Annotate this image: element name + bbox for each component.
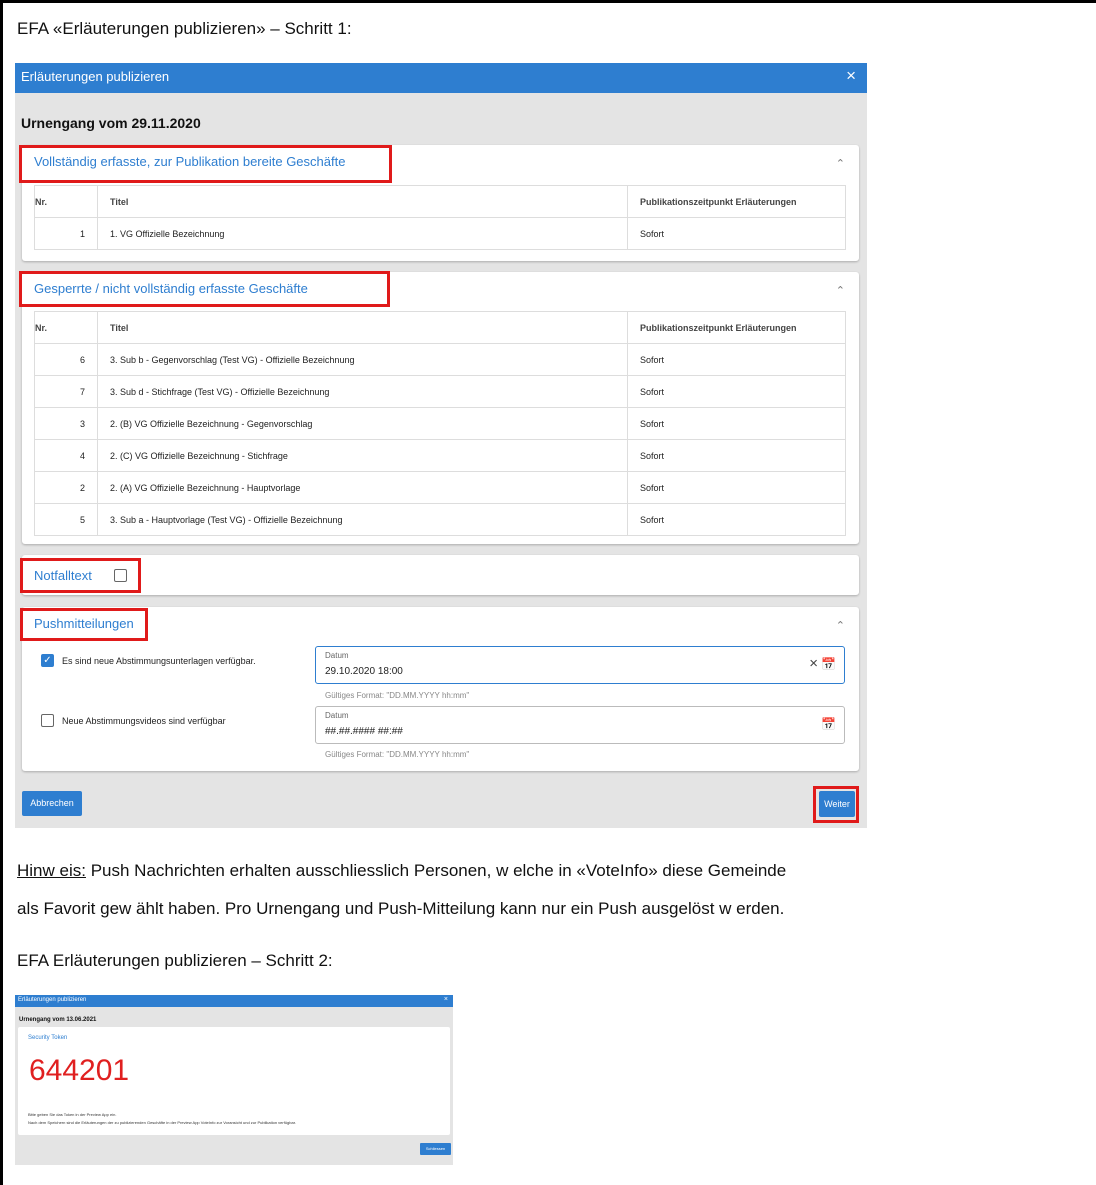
- step1-heading: EFA «Erläuterungen publizieren» – Schrit…: [17, 19, 352, 38]
- table-row[interactable]: 7 3. Sub d - Stichfrage (Test VG) - Offi…: [34, 375, 846, 408]
- row-nr: 3: [34, 407, 98, 440]
- row-pub: Sofort: [627, 439, 846, 472]
- col-titel: Titel: [97, 185, 628, 218]
- dialog-header: Erläuterungen publizieren ×: [15, 63, 867, 93]
- push2-date-field[interactable]: Datum ##.##.#### ##:## 📅: [315, 706, 845, 744]
- row-titel: 3. Sub b - Gegenvorschlag (Test VG) - Of…: [97, 343, 628, 376]
- row-nr: 1: [34, 217, 98, 250]
- chevron-up-icon[interactable]: ⌃: [836, 619, 845, 632]
- row-pub: Sofort: [627, 407, 846, 440]
- row-nr: 2: [34, 471, 98, 504]
- highlight-box: [20, 558, 141, 593]
- col-nr: Nr.: [34, 311, 98, 344]
- highlight-box: [19, 271, 390, 307]
- row-pub: Sofort: [627, 503, 846, 536]
- note-label: Hinw eis:: [17, 861, 86, 880]
- note-line-2: als Favorit gew ählt haben. Pro Urnengan…: [17, 899, 785, 918]
- notfall-panel: Notfalltext: [22, 555, 859, 595]
- table-row[interactable]: 1 1. VG Offizielle Bezeichnung Sofort: [34, 217, 846, 250]
- row-nr: 6: [34, 343, 98, 376]
- table-row[interactable]: 5 3. Sub a - Hauptvorlage (Test VG) - Of…: [34, 503, 846, 536]
- token-instruction: Bitte geben Sie das Token in der Preview…: [28, 1112, 117, 1117]
- chevron-up-icon[interactable]: ⌃: [836, 157, 845, 170]
- table-row[interactable]: 3 2. (B) VG Offizielle Bezeichnung - Geg…: [34, 407, 846, 440]
- push1-label: Es sind neue Abstimmungsunterlagen verfü…: [62, 656, 256, 666]
- note-line-1: Hinw eis: Push Nachrichten erhalten auss…: [17, 861, 786, 881]
- push2-date-label: Datum: [325, 711, 349, 720]
- close-icon[interactable]: ×: [846, 66, 856, 86]
- col-pub: Publikationszeitpunkt Erläuterungen: [627, 185, 846, 218]
- push2-format-hint: Gültiges Format: "DD.MM.YYYY hh:mm": [325, 750, 470, 759]
- highlight-box: [813, 786, 859, 823]
- step2-heading: EFA Erläuterungen publizieren – Schritt …: [17, 951, 333, 970]
- calendar-icon[interactable]: 📅: [821, 717, 836, 731]
- token-info: Nach dem Speichern sind die Erläuterunge…: [28, 1120, 296, 1125]
- push1-date-field[interactable]: Datum 29.10.2020 18:00 × 📅: [315, 646, 845, 684]
- push1-date-value[interactable]: 29.10.2020 18:00: [325, 666, 403, 677]
- table-row[interactable]: 2 2. (A) VG Offizielle Bezeichnung - Hau…: [34, 471, 846, 504]
- table-row[interactable]: 4 2. (C) VG Offizielle Bezeichnung - Sti…: [34, 439, 846, 472]
- blocked-table: Nr. Titel Publikationszeitpunkt Erläuter…: [34, 311, 846, 536]
- row-nr: 7: [34, 375, 98, 408]
- security-token-label: Security Token: [28, 1035, 68, 1041]
- calendar-icon[interactable]: 📅: [821, 657, 836, 671]
- table-header-row: Nr. Titel Publikationszeitpunkt Erläuter…: [34, 311, 846, 344]
- token-dialog-title: Erläuterungen publizieren: [18, 997, 87, 1003]
- row-titel: 1. VG Offizielle Bezeichnung: [97, 217, 628, 250]
- urnengang-title: Urnengang vom 29.11.2020: [21, 115, 201, 131]
- push2-label: Neue Abstimmungsvideos sind verfügbar: [62, 716, 226, 726]
- push2-date-value[interactable]: ##.##.#### ##:##: [325, 726, 403, 737]
- push1-format-hint: Gültiges Format: "DD.MM.YYYY hh:mm": [325, 691, 470, 700]
- token-urnengang: Urnengang vom 13.06.2021: [19, 1017, 97, 1023]
- dialog-title: Erläuterungen publizieren: [21, 69, 170, 84]
- row-pub: Sofort: [627, 375, 846, 408]
- token-dialog: Erläuterungen publizieren × Urnengang vo…: [15, 995, 453, 1165]
- row-titel: 2. (C) VG Offizielle Bezeichnung - Stich…: [97, 439, 628, 472]
- table-row[interactable]: 6 3. Sub b - Gegenvorschlag (Test VG) - …: [34, 343, 846, 376]
- row-titel: 3. Sub d - Stichfrage (Test VG) - Offizi…: [97, 375, 628, 408]
- row-titel: 2. (B) VG Offizielle Bezeichnung - Gegen…: [97, 407, 628, 440]
- note-text-1: Push Nachrichten erhalten ausschliesslic…: [85, 861, 787, 880]
- row-nr: 4: [34, 439, 98, 472]
- row-pub: Sofort: [627, 217, 846, 250]
- publish-dialog: Erläuterungen publizieren × Urnengang vo…: [15, 63, 867, 828]
- table-header-row: Nr. Titel Publikationszeitpunkt Erläuter…: [34, 185, 846, 218]
- row-pub: Sofort: [627, 471, 846, 504]
- highlight-box: [20, 608, 148, 641]
- row-titel: 3. Sub a - Hauptvorlage (Test VG) - Offi…: [97, 503, 628, 536]
- push1-checkbox[interactable]: ✓: [41, 654, 54, 667]
- token-dialog-header: Erläuterungen publizieren ×: [15, 995, 453, 1007]
- chevron-up-icon[interactable]: ⌃: [836, 284, 845, 297]
- row-nr: 5: [34, 503, 98, 536]
- col-pub: Publikationszeitpunkt Erläuterungen: [627, 311, 846, 344]
- push2-checkbox[interactable]: [41, 714, 54, 727]
- col-nr: Nr.: [34, 185, 98, 218]
- token-panel: Security Token 644201 Bitte geben Sie da…: [18, 1027, 450, 1135]
- col-titel: Titel: [97, 311, 628, 344]
- highlight-box: [19, 145, 392, 183]
- close-icon[interactable]: ×: [444, 996, 448, 1003]
- blocked-panel: Gesperrte / nicht vollständig erfasste G…: [22, 272, 859, 544]
- row-titel: 2. (A) VG Offizielle Bezeichnung - Haupt…: [97, 471, 628, 504]
- close-button[interactable]: Schliessen: [420, 1143, 451, 1155]
- cancel-button[interactable]: Abbrechen: [22, 791, 82, 816]
- ready-table: Nr. Titel Publikationszeitpunkt Erläuter…: [34, 185, 846, 250]
- clear-icon[interactable]: ×: [809, 655, 818, 672]
- security-token-value: 644201: [29, 1054, 130, 1087]
- push1-date-label: Datum: [325, 651, 349, 660]
- row-pub: Sofort: [627, 343, 846, 376]
